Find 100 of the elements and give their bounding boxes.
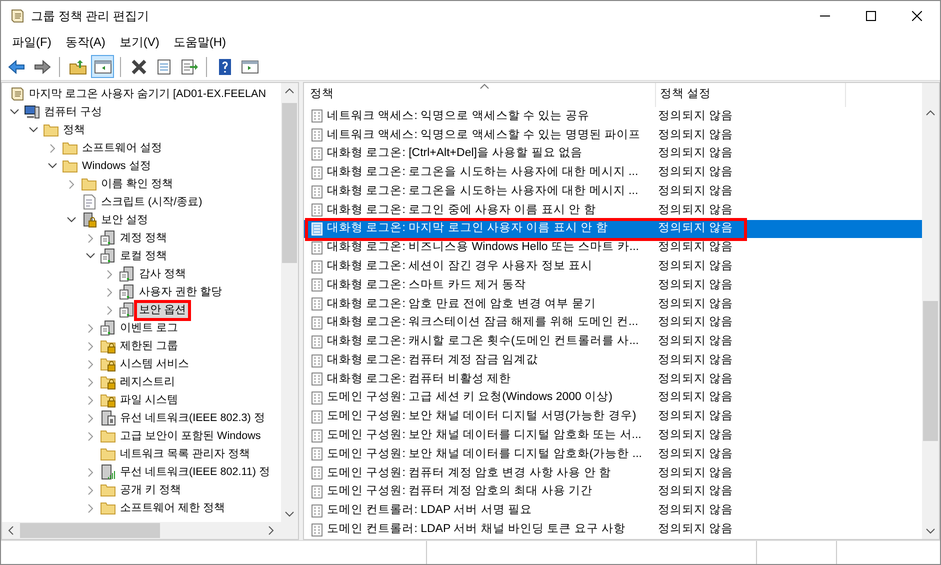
tree-item[interactable]: 감사 정책 — [137, 266, 188, 282]
tree-item[interactable]: 스크립트 (시작/종료) — [99, 194, 204, 210]
chevron-right-icon[interactable] — [68, 180, 74, 188]
folder-icon — [100, 446, 116, 462]
server-icon — [119, 284, 135, 300]
policy-row[interactable]: 도메인 구성원: 보안 채널 데이터 디지털 서명(가능한 경우) 정의되지 않음 — [304, 408, 922, 426]
tree-item[interactable]: 고급 보안이 포함된 Windows — [118, 428, 263, 444]
vertical-scrollbar[interactable] — [922, 83, 939, 539]
script-icon — [81, 194, 97, 210]
scroll-down-icon[interactable] — [285, 511, 294, 517]
policy-row[interactable]: 도메인 컨트롤러: LDAP 서버 채널 바인딩 토큰 요구 사항 정의되지 않음 — [304, 520, 922, 539]
policy-row[interactable]: 도메인 컨트롤러: LDAP 서버 서명 필요 정의되지 않음 — [304, 501, 922, 520]
chevron-right-icon[interactable] — [106, 288, 112, 296]
column-header[interactable]: 정책 설정 — [656, 83, 846, 107]
policy-name: 도메인 구성원: 보안 채널 데이터 디지털 서명(가능한 경우) — [327, 409, 636, 424]
tree-item[interactable]: 제한된 그룹 — [118, 338, 180, 354]
tree-item[interactable]: 레지스트리 — [118, 374, 177, 390]
chevron-right-icon[interactable] — [88, 486, 94, 494]
policy-row[interactable]: 대화형 로그온: 세션이 잠긴 경우 사용자 정보 표시 정의되지 않음 — [304, 257, 922, 276]
policy-row[interactable]: 도메인 구성원: 고급 세션 키 요청(Windows 2000 이상) 정의되지 않음 — [304, 388, 922, 408]
toolbar-button[interactable] — [91, 55, 114, 78]
chevron-right-icon[interactable] — [88, 378, 94, 386]
policy-row[interactable]: 네트워크 액세스: 익명으로 액세스할 수 있는 명명된 파이프 정의되지 않음 — [304, 126, 922, 145]
menu-item[interactable]: 도움말(H) — [166, 32, 233, 52]
policy-row[interactable]: 도메인 구성원: 보안 채널 데이터를 디지털 암호화(가능한 ... 정의되지 않음 — [304, 445, 922, 464]
policy-setting: 정의되지 않음 — [657, 352, 734, 368]
policy-row[interactable]: 대화형 로그온: 로그온을 시도하는 사용자에 대한 메시지 ... 정의되지 않음 — [304, 182, 922, 201]
chevron-down-icon[interactable] — [86, 253, 95, 259]
chevron-right-icon[interactable] — [106, 306, 112, 314]
chevron-right-icon[interactable] — [88, 396, 94, 404]
close-icon — [912, 11, 922, 21]
vertical-scrollbar[interactable] — [281, 83, 298, 522]
tree-item[interactable]: 사용자 권한 할당 — [137, 284, 224, 300]
tree-item[interactable]: 정책 — [61, 122, 87, 138]
policy-setting: 정의되지 않음 — [657, 484, 734, 500]
chevron-right-icon[interactable] — [88, 234, 94, 242]
chevron-right-icon[interactable] — [88, 342, 94, 350]
chevron-right-icon[interactable] — [88, 468, 94, 476]
action-pane-icon — [240, 58, 258, 76]
chevron-right-icon[interactable] — [88, 432, 94, 440]
policy-icon — [310, 466, 324, 480]
tree-item[interactable]: 무선 네트워크(IEEE 802.11) 정 — [118, 464, 272, 480]
tree-item[interactable]: 소프트웨어 제한 정책 — [118, 500, 227, 516]
policy-row[interactable]: 네트워크 액세스: 익명으로 액세스할 수 있는 공유 정의되지 않음 — [304, 107, 922, 126]
policy-row[interactable]: 대화형 로그온: 캐시할 로그온 횟수(도메인 컨트롤러를 사... 정의되지 않음 — [304, 332, 922, 352]
chevron-right-icon[interactable] — [88, 414, 94, 422]
scroll-right-icon[interactable] — [268, 526, 274, 535]
policy-row[interactable]: 대화형 로그온: 로그인 중에 사용자 이름 표시 안 함 정의되지 않음 — [304, 200, 922, 220]
tree-item[interactable]: 마지막 로그온 사용자 숨기기 [AD01-EX.FEELAN — [27, 86, 268, 102]
policy-row[interactable]: 대화형 로그온: 컴퓨터 계정 잠금 임계값 정의되지 않음 — [304, 351, 922, 370]
policy-row[interactable]: 도메인 구성원: 컴퓨터 계정 암호 변경 사항 사용 안 함 정의되지 않음 — [304, 464, 922, 483]
horizontal-scrollbar[interactable] — [2, 522, 298, 539]
chevron-right-icon[interactable] — [88, 504, 94, 512]
scroll-up-icon[interactable] — [926, 110, 935, 116]
policy-icon — [310, 146, 324, 161]
tree-item[interactable]: 이벤트 로그 — [118, 320, 180, 336]
policy-row[interactable]: 대화형 로그온: 컴퓨터 비활성 제한 정의되지 않음 — [304, 370, 922, 389]
tree-item[interactable]: 시스템 서비스 — [118, 356, 191, 372]
tree-item[interactable]: 보안 옵션 — [137, 302, 188, 318]
chevron-down-icon[interactable] — [29, 127, 38, 133]
scroll-down-icon[interactable] — [926, 528, 935, 534]
policy-row[interactable]: 대화형 로그온: 비즈니스용 Windows Hello 또는 스마트 카... 정의되지 않음 — [304, 238, 922, 258]
policy-row[interactable]: 대화형 로그온: 마지막 로그인 사용자 이름 표시 안 함 정의되지 않음 — [304, 220, 922, 238]
chevron-down-icon[interactable] — [10, 109, 19, 115]
tree-item[interactable]: 공개 키 정책 — [118, 482, 183, 498]
scroll-up-icon[interactable] — [285, 88, 294, 94]
policy-icon — [310, 109, 324, 124]
policy-row[interactable]: 대화형 로그온: 스마트 카드 제거 동작 정의되지 않음 — [304, 276, 922, 295]
policy-name: 대화형 로그온: 캐시할 로그온 횟수(도메인 컨트롤러를 사... — [327, 334, 639, 350]
policy-name: 대화형 로그온: [Ctrl+Alt+Del]을 사용할 필요 없음 — [327, 146, 583, 162]
tree-item[interactable]: 계정 정책 — [118, 230, 169, 246]
policy-row[interactable]: 대화형 로그온: 암호 만료 전에 암호 변경 여부 묻기 정의되지 않음 — [304, 294, 922, 314]
tree-item[interactable]: 파일 시스템 — [118, 392, 180, 408]
chevron-right-icon[interactable] — [88, 324, 94, 332]
policy-name: 대화형 로그온: 컴퓨터 계정 잠금 임계값 — [327, 352, 538, 368]
scroll-left-icon[interactable] — [8, 526, 14, 535]
tree-item[interactable]: 소프트웨어 설정 — [80, 140, 164, 156]
tree-item[interactable]: 이름 확인 정책 — [99, 176, 175, 192]
chevron-down-icon[interactable] — [48, 163, 57, 169]
tree-item[interactable]: 유선 네트워크(IEEE 802.3) 정 — [118, 410, 267, 426]
policy-row[interactable]: 대화형 로그온: [Ctrl+Alt+Del]을 사용할 필요 없음 정의되지 않음 — [304, 144, 922, 164]
tree-item[interactable]: 보안 설정 — [99, 212, 150, 228]
policy-name: 대화형 로그온: 마지막 로그인 사용자 이름 표시 안 함 — [327, 221, 608, 236]
tree-item[interactable]: 로컬 정책 — [118, 248, 169, 264]
menu-item[interactable]: 보기(V) — [112, 32, 166, 52]
menu-item[interactable]: 파일(F) — [5, 32, 58, 52]
policy-row[interactable]: 도메인 구성원: 보안 채널 데이터를 디지털 암호화 또는 서... 정의되지 않음 — [304, 426, 922, 446]
chevron-right-icon[interactable] — [88, 360, 94, 368]
policy-row[interactable]: 도메인 구성원: 컴퓨터 계정 암호의 최대 사용 기간 정의되지 않음 — [304, 482, 922, 502]
column-header[interactable]: 정책 — [304, 83, 656, 107]
tree-item[interactable]: 네트워크 목록 관리자 정책 — [118, 446, 252, 462]
tree-item[interactable]: 컴퓨터 구성 — [42, 104, 104, 120]
tree-item[interactable]: Windows 설정 — [80, 158, 153, 174]
chevron-right-icon[interactable] — [106, 270, 112, 278]
chevron-down-icon[interactable] — [67, 217, 76, 223]
menu-item[interactable]: 동작(A) — [58, 32, 112, 52]
chevron-right-icon[interactable] — [50, 144, 56, 152]
policy-row[interactable]: 대화형 로그온: 워크스테이션 잠금 해제를 위해 도메인 컨... 정의되지 않음 — [304, 314, 922, 332]
delete-x-icon — [130, 58, 148, 76]
policy-row[interactable]: 대화형 로그온: 로그온을 시도하는 사용자에 대한 메시지 ... 정의되지 않음 — [304, 163, 922, 182]
